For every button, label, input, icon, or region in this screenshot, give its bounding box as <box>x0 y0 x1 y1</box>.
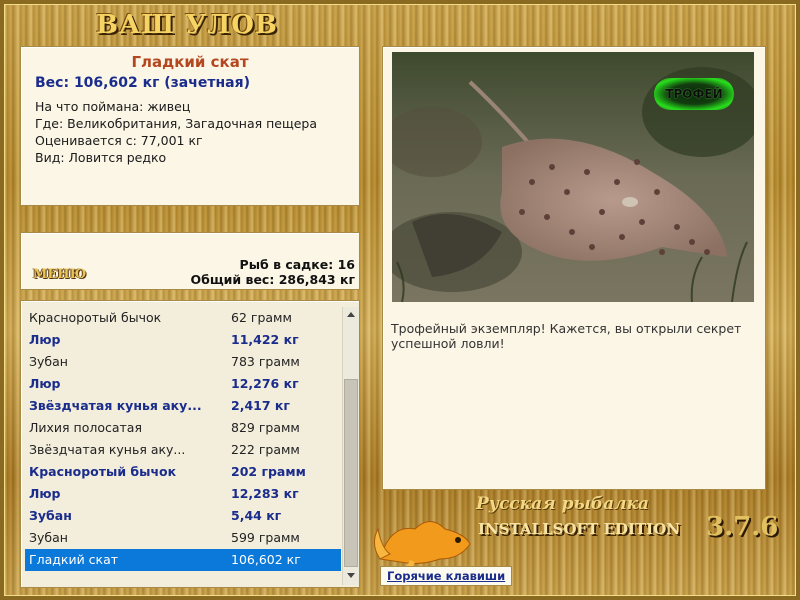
list-item-name: Зубан <box>29 530 68 545</box>
list-item-name: Красноротый бычок <box>29 464 177 479</box>
list-item-weight: 202 грамм <box>231 464 306 479</box>
list-item-name: Зубан <box>29 508 72 523</box>
menu-stats-panel: МЕНЮ Рыб в садке: 16 Общий вес: 286,843 … <box>20 232 360 290</box>
list-item[interactable]: Зубан 783 грамм <box>25 351 341 373</box>
catch-fish-name: Гладкий скат <box>131 53 249 71</box>
list-item-name: Люр <box>29 332 61 347</box>
list-item-name: Лихия полосатая <box>29 420 142 435</box>
catch-weight: Вес: 106,602 кг (зачетная) <box>35 75 250 91</box>
chevron-down-icon[interactable] <box>343 569 359 585</box>
list-item[interactable]: Красноротый бычок 62 грамм <box>25 307 341 329</box>
list-item-name: Гладкий скат <box>29 552 119 567</box>
catch-value: Оценивается с: 77,001 кг <box>35 133 203 148</box>
goldfish-icon <box>374 521 471 573</box>
list-item[interactable]: Люр 11,422 кг <box>25 329 341 351</box>
list-item-name: Звёздчатая кунья аку... <box>29 398 202 413</box>
scrollbar-thumb[interactable] <box>344 379 358 567</box>
list-item[interactable]: Звёздчатая кунья аку... 2,417 кг <box>25 395 341 417</box>
keepnet-stats: Рыб в садке: 16 Общий вес: 286,843 кг <box>191 257 356 287</box>
catch-caption: Трофейный экземпляр! Кажется, вы открыли… <box>391 321 742 351</box>
list-item-weight: 62 грамм <box>231 310 292 325</box>
list-item-weight: 2,417 кг <box>231 398 290 413</box>
list-item-weight: 599 грамм <box>231 530 300 545</box>
trophy-badge: ТРОФЕЙ <box>654 78 734 110</box>
list-item-name: Люр <box>29 486 61 501</box>
list-item[interactable]: Красноротый бычок 202 грамм <box>25 461 341 483</box>
list-item[interactable]: Лихия полосатая 829 грамм <box>25 417 341 439</box>
list-item-weight: 783 грамм <box>231 354 300 369</box>
list-item-weight: 11,422 кг <box>231 332 299 347</box>
list-item-weight: 222 грамм <box>231 442 300 457</box>
brand-title: Русская рыбалка <box>476 494 650 514</box>
hotkeys-link[interactable]: Горячие клавиши <box>380 566 513 586</box>
list-item-name: Зубан <box>29 354 68 369</box>
game-window: ВАШ УЛОВ Гладкий скат Вес: 106,602 кг (з… <box>0 0 800 600</box>
photo-panel: ТРОФЕЙ Трофейный экземпляр! Кажется, вы … <box>382 46 766 490</box>
catch-info-panel: Гладкий скат Вес: 106,602 кг (зачетная) … <box>20 46 360 206</box>
fish-count: Рыб в садке: 16 <box>239 257 355 272</box>
list-scrollbar[interactable] <box>342 307 359 585</box>
catch-list-panel: Красноротый бычок 62 грамм Люр 11,422 кг Зуб… <box>20 300 360 588</box>
list-item-weight: 106,602 кг <box>231 552 301 567</box>
list-item[interactable]: Звёздчатая кунья аку... 222 грамм <box>25 439 341 461</box>
catch-location: Где: Великобритания, Загадочная пещера <box>35 116 318 131</box>
catch-rarity: Вид: Ловится редко <box>35 150 167 165</box>
list-item[interactable]: Гладкий скат 106,602 кг <box>25 549 341 571</box>
screen-title: ВАШ УЛОВ <box>96 10 278 40</box>
list-item-name: Люр <box>29 376 61 391</box>
list-item-weight: 829 грамм <box>231 420 300 435</box>
list-item-name: Красноротый бычок <box>29 310 162 325</box>
catch-list[interactable]: Красноротый бычок 62 грамм Люр 11,422 кг Зуб… <box>25 307 341 571</box>
catch-bait: На что поймана: живец <box>35 99 191 114</box>
list-item-weight: 12,283 кг <box>231 486 299 501</box>
brand-edition: INSTALLSOFT EDITION <box>478 520 680 538</box>
total-weight: Общий вес: 286,843 кг <box>190 272 356 287</box>
chevron-up-icon[interactable] <box>343 307 359 323</box>
list-item[interactable]: Люр 12,283 кг <box>25 483 341 505</box>
list-item[interactable]: Зубан 599 грамм <box>25 527 341 549</box>
list-item-weight: 12,276 кг <box>231 376 299 391</box>
list-item-weight: 5,44 кг <box>231 508 282 523</box>
list-item[interactable]: Люр 12,276 кг <box>25 373 341 395</box>
version-label: 3.7.6 <box>706 512 779 542</box>
list-item-name: Звёздчатая кунья аку... <box>29 442 186 457</box>
list-item[interactable]: Зубан 5,44 кг <box>25 505 341 527</box>
fish-photo: ТРОФЕЙ <box>392 52 754 302</box>
menu-button[interactable]: МЕНЮ <box>33 267 86 282</box>
